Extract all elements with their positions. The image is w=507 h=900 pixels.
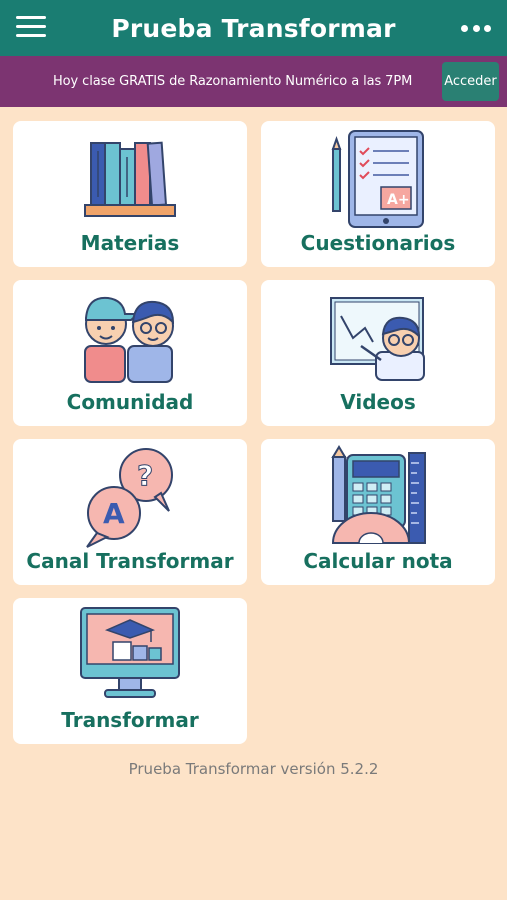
svg-text:A+: A+ bbox=[387, 192, 410, 208]
menu-card-transformar[interactable]: Transformar bbox=[13, 598, 247, 744]
menu-card-label: Comunidad bbox=[66, 390, 194, 414]
announcement-banner: Hoy clase GRATIS de Razonamiento Numéric… bbox=[0, 56, 507, 107]
menu-card-label: Materias bbox=[80, 231, 180, 255]
menu-card-cuestionarios[interactable]: A+ Cuestionarios bbox=[261, 121, 495, 267]
menu-card-comunidad[interactable]: Comunidad bbox=[13, 280, 247, 426]
acceder-button[interactable]: Acceder bbox=[442, 62, 499, 101]
svg-text:?: ? bbox=[137, 459, 153, 492]
menu-card-label: Transformar bbox=[61, 708, 199, 732]
menu-card-materias[interactable]: Materias bbox=[13, 121, 247, 267]
app-title: Prueba Transformar bbox=[111, 13, 396, 43]
menu-card-label: Calcular nota bbox=[303, 549, 453, 573]
menu-card-label: Canal Transformar bbox=[26, 549, 234, 573]
svg-text:A: A bbox=[103, 497, 125, 530]
version-text: Prueba Transformar versión 5.2.2 bbox=[128, 760, 379, 778]
menu-card-label: Videos bbox=[340, 390, 416, 414]
menu-card-canal-transformar[interactable]: ? A Canal Transformar bbox=[13, 439, 247, 585]
more-options-icon[interactable] bbox=[461, 18, 491, 38]
menu-card-videos[interactable]: Videos bbox=[261, 280, 495, 426]
menu-card-calcular-nota[interactable]: Calcular nota bbox=[261, 439, 495, 585]
hamburger-menu-icon[interactable] bbox=[16, 16, 46, 38]
menu-card-label: Cuestionarios bbox=[300, 231, 456, 255]
app-bar: Prueba Transformar bbox=[0, 0, 507, 56]
banner-text: Hoy clase GRATIS de Razonamiento Numéric… bbox=[53, 74, 413, 89]
